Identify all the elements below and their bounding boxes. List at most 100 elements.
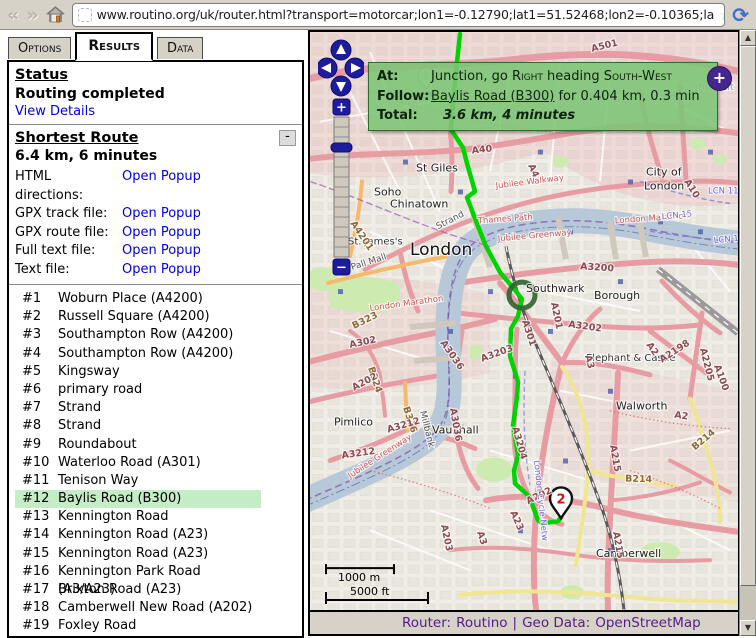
scrollbar-thumb[interactable]: [740, 46, 756, 586]
follow-label: Follow:: [377, 87, 431, 107]
route-step-row[interactable]: #17Brixton Road (A23): [15, 581, 261, 599]
route-step-row[interactable]: #15Kennington Road (A23): [15, 545, 261, 563]
separator: |: [513, 615, 518, 631]
open-popup-link[interactable]: Open Popup: [122, 205, 296, 224]
step-road-name: Southampton Row (A4200): [58, 345, 233, 363]
step-number: #7: [15, 399, 58, 417]
status-heading: Status: [15, 67, 296, 83]
export-file-label: GPX track file:: [15, 205, 122, 224]
step-number: #13: [15, 508, 58, 526]
map-label: Chinatown: [390, 197, 448, 210]
route-step-row[interactable]: #16Kennington Park Road (A3/A23): [15, 563, 261, 581]
vertical-scrollbar[interactable]: ▲ ▼: [739, 30, 756, 636]
open-popup-link[interactable]: Open Popup: [122, 261, 296, 280]
scroll-up-button[interactable]: ▲: [740, 30, 756, 46]
route-distance-summary: 6.4 km, 6 minutes: [15, 148, 296, 164]
url-text[interactable]: www.routino.org/uk/router.html?transport…: [97, 7, 715, 22]
step-number: #19: [15, 617, 58, 635]
open-popup-link[interactable]: Open Popup: [122, 242, 296, 261]
step-road-name: Roundabout: [58, 436, 137, 454]
step-road-name: Kennington Park Road (A3/A23): [58, 563, 261, 581]
route-step-row[interactable]: #14Kennington Road (A23): [15, 526, 261, 544]
step-number: #10: [15, 454, 58, 472]
route-step-row[interactable]: #12Baylis Road (B300): [15, 490, 261, 508]
step-road-name: Kingsway: [58, 363, 120, 381]
svg-text:+: +: [336, 101, 347, 116]
route-step-row[interactable]: #6primary road: [15, 381, 261, 399]
route-step-row[interactable]: #1Woburn Place (A4200): [15, 290, 261, 308]
step-road-name: Southampton Row (A4200): [58, 326, 233, 344]
svg-text:2: 2: [556, 492, 565, 507]
route-instruction-popup: At: Junction, go Right heading South-Wes…: [368, 62, 718, 131]
map-label: Southwark: [526, 282, 585, 295]
step-road-name: Strand: [58, 399, 101, 417]
map-label: Walworth: [616, 400, 667, 413]
export-file-label: Full text file:: [15, 242, 122, 261]
step-number: #17: [15, 581, 58, 599]
scroll-down-button[interactable]: ▼: [740, 620, 756, 636]
route-step-row[interactable]: #3Southampton Row (A4200): [15, 326, 261, 344]
home-icon[interactable]: [46, 6, 65, 23]
route-step-row[interactable]: #11Tenison Way: [15, 472, 261, 490]
map-area[interactable]: 1 2 1000 m 5000 ft St GilesSohoChinatown…: [310, 32, 738, 610]
total-label: Total:: [377, 106, 431, 126]
route-step-row[interactable]: #9Roundabout: [15, 436, 261, 454]
map-panel: 1 2 1000 m 5000 ft St GilesSohoChinatown…: [308, 30, 740, 636]
step-road-name: Kennington Road (A23): [58, 526, 208, 544]
sidebar: Options Results Data Status Routing comp…: [0, 30, 308, 636]
route-step-row[interactable]: #8Strand: [15, 417, 261, 435]
route-step-row[interactable]: #10Waterloo Road (A301): [15, 454, 261, 472]
results-panel: Status Routing completed View Details Sh…: [7, 60, 304, 638]
tab-options[interactable]: Options: [8, 37, 71, 59]
geodata-link[interactable]: OpenStreetMap: [595, 615, 701, 631]
at-label: At:: [377, 67, 431, 87]
forward-icon[interactable]: »: [26, 5, 38, 25]
map-label: Camberwell: [596, 547, 661, 560]
collapse-button[interactable]: -: [279, 130, 296, 146]
total-value: 3.6 km, 4 minutes: [431, 106, 575, 126]
pan-zoom-control[interactable]: + −: [318, 37, 364, 283]
open-popup-link[interactable]: Open Popup: [122, 224, 296, 243]
follow-road-link[interactable]: Baylis Road (B300): [431, 89, 554, 104]
step-road-name: Tenison Way: [58, 472, 138, 490]
open-popup-link[interactable]: Open Popup: [122, 168, 296, 205]
step-number: #8: [15, 417, 58, 435]
url-bar[interactable]: www.routino.org/uk/router.html?transport…: [72, 3, 726, 27]
back-icon[interactable]: «: [7, 5, 19, 25]
route-step-row[interactable]: #18Camberwell New Road (A202): [15, 599, 261, 617]
divider: [9, 284, 302, 285]
follow-text: Baylis Road (B300) for 0.404 km, 0.3 min: [431, 87, 700, 107]
step-number: #12: [15, 490, 58, 508]
map-label: LCN 11: [708, 185, 738, 195]
tab-data[interactable]: Data: [157, 37, 203, 59]
step-road-name: Baylis Road (B300): [58, 490, 181, 508]
route-step-row[interactable]: #5Kingsway: [15, 363, 261, 381]
svg-text:1000 m: 1000 m: [338, 571, 380, 584]
layer-switcher-button[interactable]: +: [707, 66, 732, 91]
step-number: #9: [15, 436, 58, 454]
view-details-link[interactable]: View Details: [15, 104, 95, 119]
geodata-label: Geo Data:: [522, 615, 590, 631]
route-step-list: #1Woburn Place (A4200)#2Russell Square (…: [15, 290, 296, 638]
route-step-row[interactable]: #13Kennington Road: [15, 508, 261, 526]
router-link[interactable]: Routino: [456, 615, 507, 631]
step-road-name: Strand: [58, 417, 101, 435]
route-step-row[interactable]: #4Southampton Row (A4200): [15, 345, 261, 363]
export-file-label: GPX route file:: [15, 224, 122, 243]
map-attribution: Router: Routino | Geo Data: OpenStreetMa…: [310, 610, 738, 634]
map-label: A2: [674, 410, 689, 423]
browser-toolbar: « » www.routino.org/uk/router.html?trans…: [0, 0, 756, 30]
export-file-label: Text file:: [15, 261, 122, 280]
step-number: #14: [15, 526, 58, 544]
bookmark-star-icon[interactable]: ☆: [719, 6, 725, 24]
reload-icon[interactable]: ⟳: [732, 5, 749, 25]
tab-results[interactable]: Results: [75, 32, 153, 61]
router-label: Router:: [402, 615, 451, 631]
route-step-row[interactable]: #2Russell Square (A4200): [15, 308, 261, 326]
step-road-name: Foxley Road: [58, 617, 136, 635]
export-file-label: HTML directions:: [15, 168, 122, 205]
route-step-row[interactable]: #19Foxley Road: [15, 617, 261, 635]
route-step-row[interactable]: #7Strand: [15, 399, 261, 417]
map-label: A40: [471, 143, 493, 156]
map-label: B214: [625, 473, 653, 485]
